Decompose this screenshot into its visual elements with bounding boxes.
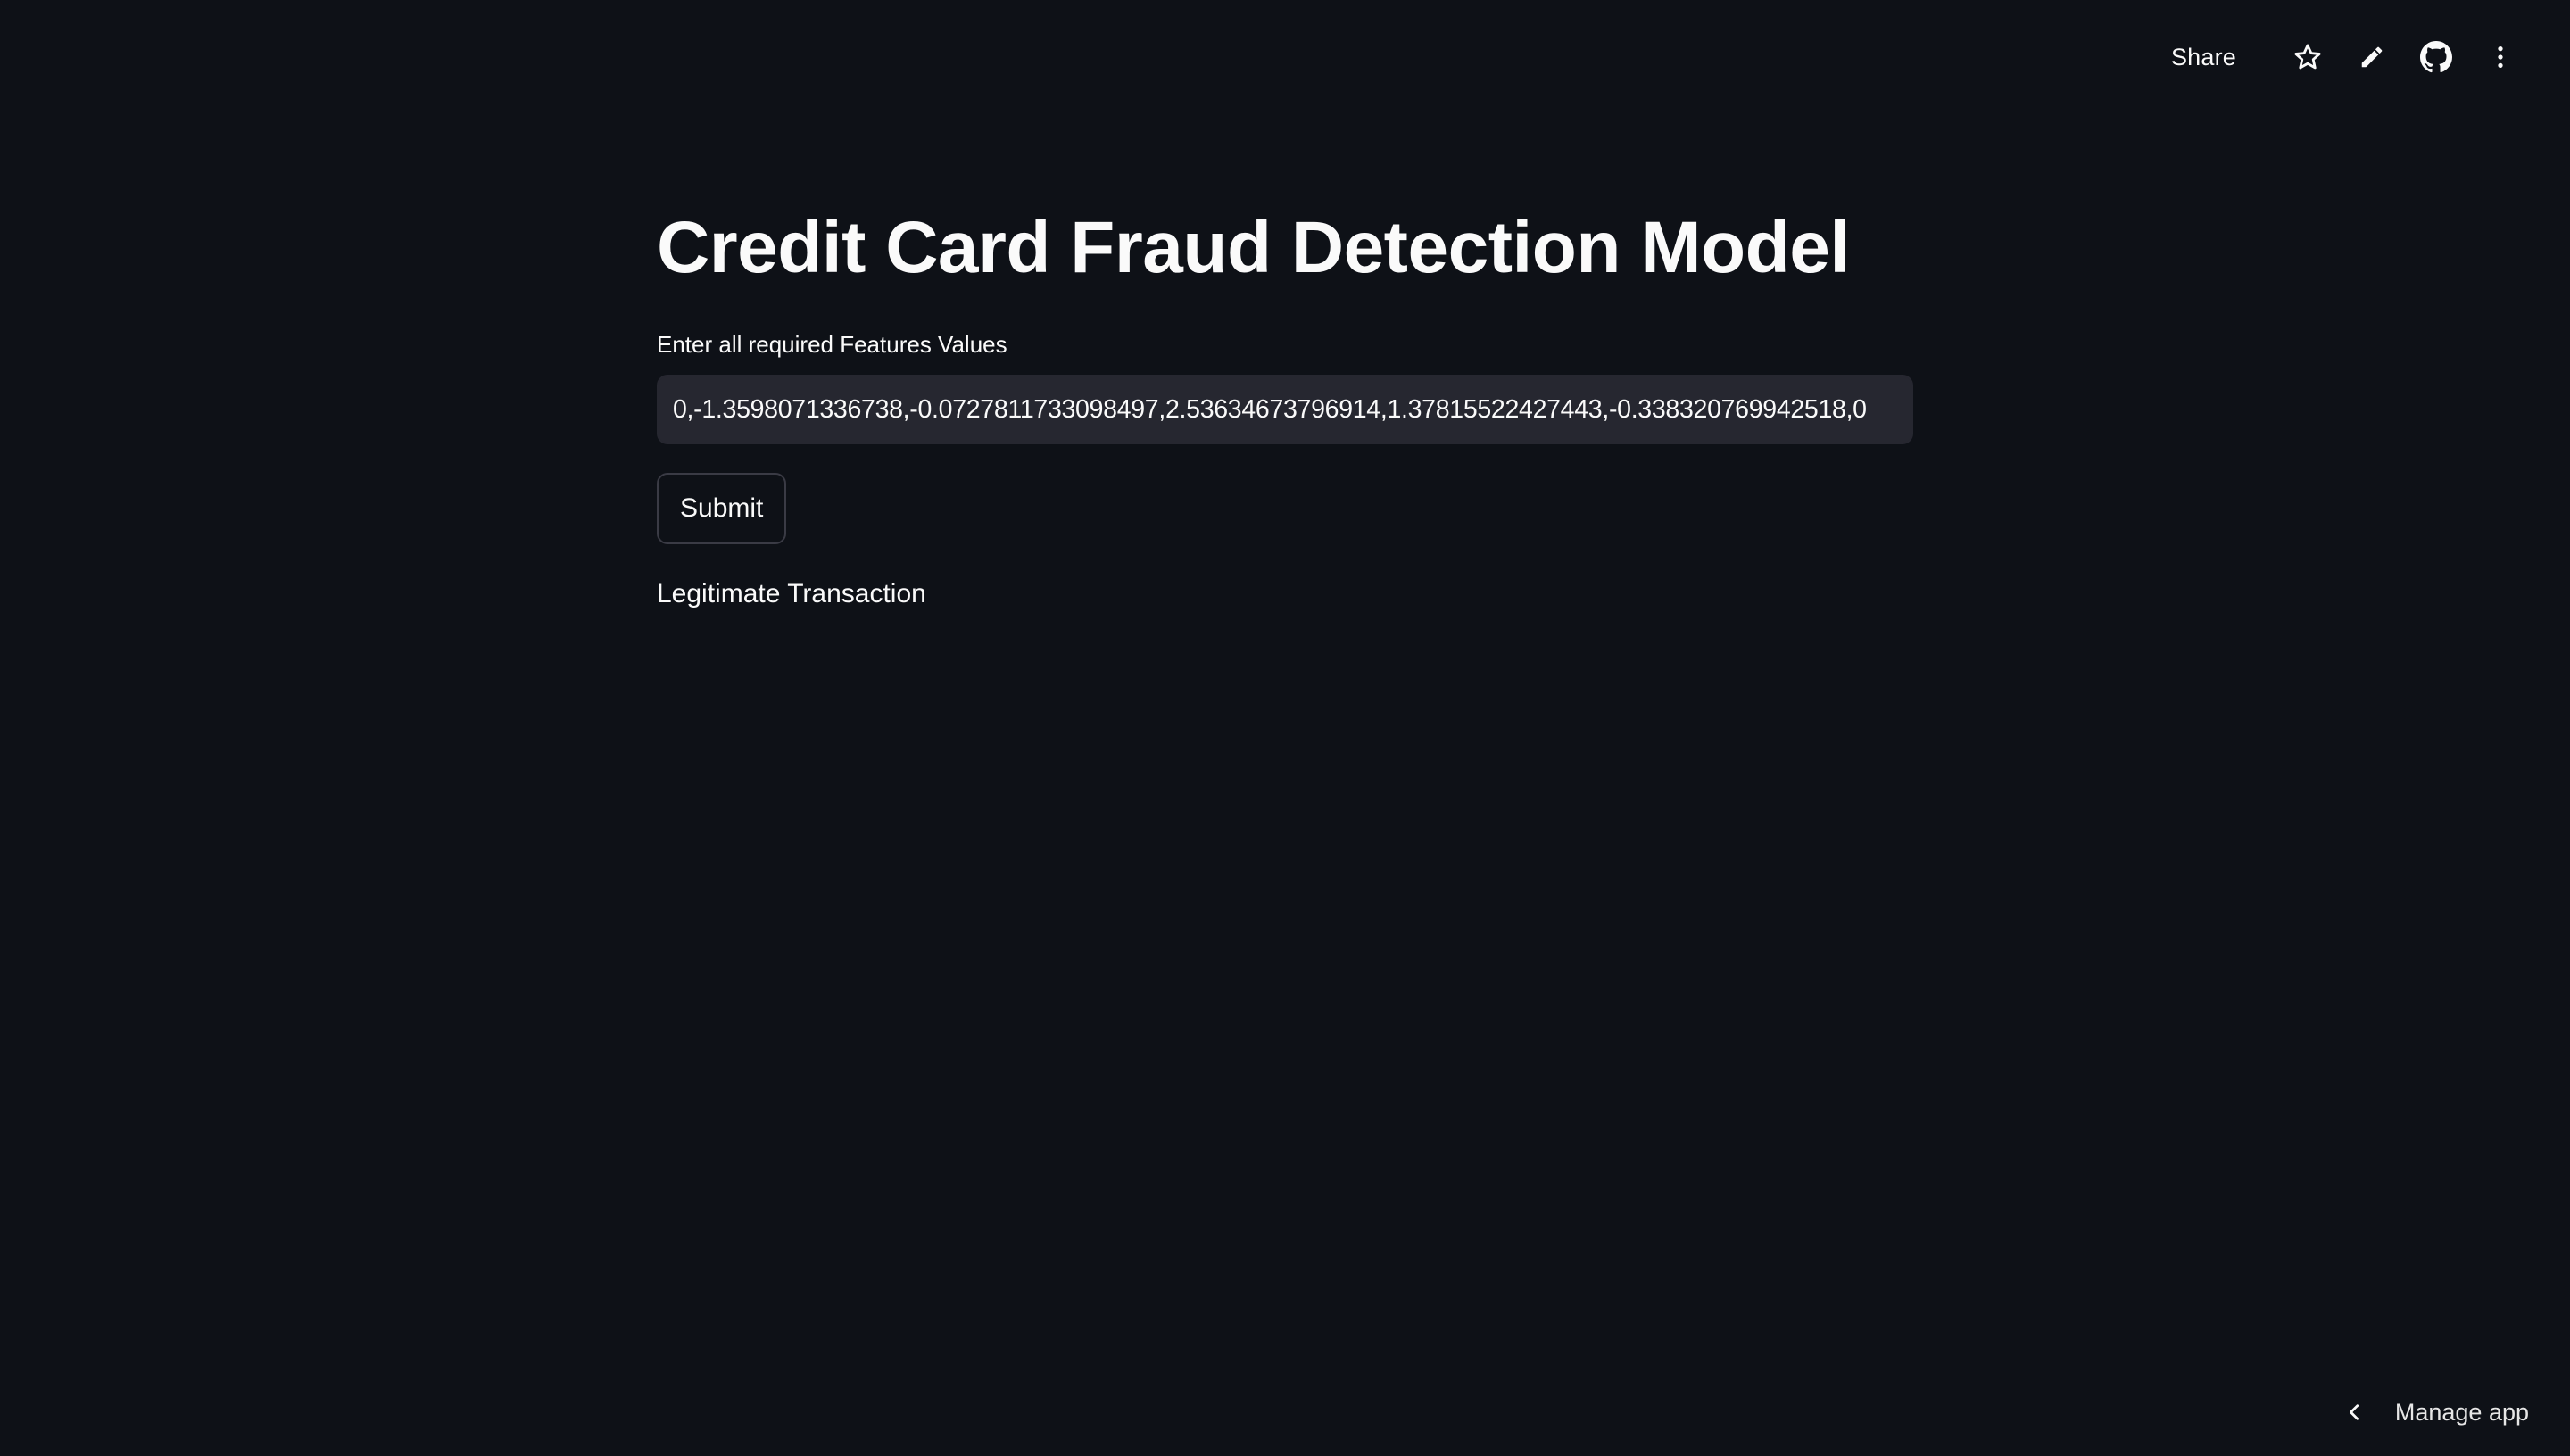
kebab-menu-icon[interactable] [2477,34,2524,80]
manage-app-button[interactable]: Manage app [2342,1390,2529,1435]
share-button[interactable]: Share [2159,38,2249,77]
manage-app-label: Manage app [2394,1398,2529,1426]
features-input[interactable] [657,375,1913,444]
chevron-left-icon [2342,1399,2368,1426]
star-icon[interactable] [2284,34,2331,80]
main-content: Credit Card Fraud Detection Model Enter … [657,196,1913,612]
pencil-icon[interactable] [2349,34,2395,80]
submit-button[interactable]: Submit [657,473,787,544]
features-input-label: Enter all required Features Values [657,331,1007,358]
github-icon[interactable] [2413,34,2459,80]
prediction-result: Legitimate Transaction [657,579,926,608]
header-toolbar: Share [2159,34,2524,80]
app-page: Share Credit Card Fraud Detection Model … [0,0,2570,1456]
page-title: Credit Card Fraud Detection Model [657,207,1850,288]
